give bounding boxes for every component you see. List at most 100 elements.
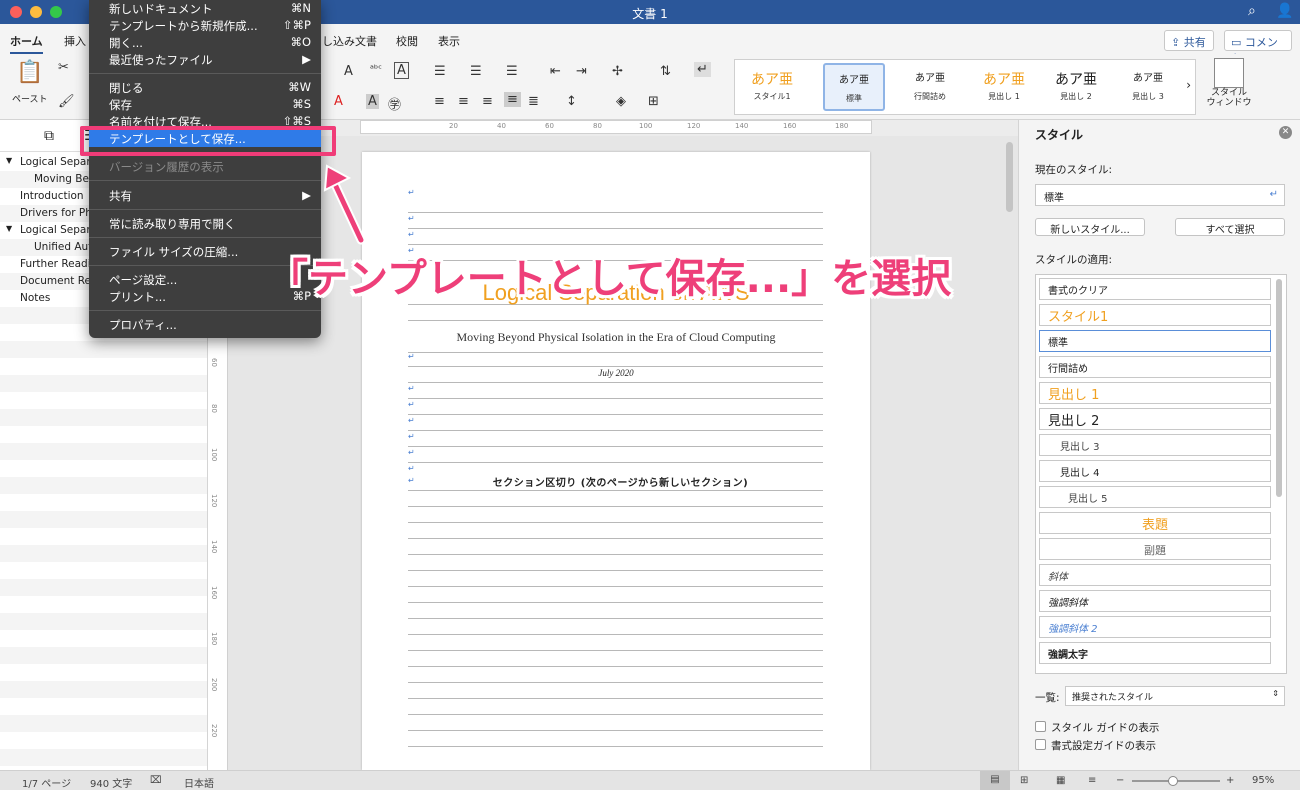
distributed-icon[interactable]: ≣	[528, 94, 539, 109]
horizontal-ruler[interactable]: 20 40 60 80 100 120 140 160 180	[360, 120, 872, 134]
menu-item-recent-files[interactable]: 最近使ったファイル ▶	[89, 51, 321, 68]
menu-item-properties[interactable]: プロパティ...	[89, 316, 321, 333]
menu-item-close[interactable]: 閉じる ⌘W	[89, 79, 321, 96]
format-painter-icon[interactable]: 🖌	[58, 94, 75, 109]
style-item-no-spacing[interactable]: 行間詰め	[1039, 356, 1271, 378]
gallery-style1[interactable]: あア亜 スタイル1	[741, 63, 803, 111]
zoom-in-icon[interactable]: +	[1226, 775, 1234, 786]
zoom-out-icon[interactable]: −	[1116, 775, 1124, 786]
cut-icon[interactable]: ✂	[58, 60, 69, 75]
style-item-strong[interactable]: 強調太字	[1039, 642, 1271, 664]
justify-icon[interactable]: ≡	[504, 92, 521, 107]
asian-layout-icon[interactable]: ✢	[612, 64, 623, 79]
menu-item-always-read-only[interactable]: 常に読み取り専用で開く	[89, 215, 321, 232]
style-item-style1[interactable]: スタイル1	[1039, 304, 1271, 326]
new-style-button[interactable]: 新しいスタイル...	[1035, 218, 1145, 236]
word-count[interactable]: 940 文字	[90, 775, 132, 790]
nav-empty-row	[0, 409, 207, 426]
tab-home[interactable]: ホーム	[10, 33, 43, 54]
multilevel-list-icon[interactable]: ☰	[506, 64, 518, 79]
outline-view-icon[interactable]: ⊞	[1020, 775, 1028, 786]
style-item-heading5[interactable]: 見出し 5	[1039, 486, 1271, 508]
tab-view[interactable]: 表示	[438, 33, 460, 49]
style-item-heading3[interactable]: 見出し 3	[1039, 434, 1271, 456]
character-shading-icon[interactable]: A	[366, 94, 379, 109]
ruler-tick: 160	[210, 586, 218, 600]
decrease-indent-icon[interactable]: ⇤	[550, 64, 561, 79]
share-button[interactable]: ⇪ 共有	[1164, 30, 1214, 51]
zoom-level[interactable]: 95%	[1252, 775, 1274, 786]
gallery-heading2[interactable]: あア亜 見出し 2	[1045, 63, 1107, 111]
style-item-heading4[interactable]: 見出し 4	[1039, 460, 1271, 482]
current-style-field[interactable]: 標準 ↵	[1035, 184, 1285, 206]
bullets-icon[interactable]: ☰	[434, 64, 446, 79]
style-item-intense-emphasis-2[interactable]: 強調斜体 2	[1039, 616, 1271, 638]
menu-item-new-document[interactable]: 新しいドキュメント ⌘N	[89, 0, 321, 17]
align-right-icon[interactable]: ≡	[482, 94, 493, 109]
style-item-emphasis[interactable]: 斜体	[1039, 564, 1271, 586]
shading-icon[interactable]: ◈	[616, 94, 626, 109]
menu-separator	[89, 73, 321, 74]
menu-item-version-history: バージョン履歴の表示	[109, 160, 224, 174]
thumbnails-icon[interactable]: ⧉	[44, 128, 54, 144]
paste-icon[interactable]: 📋	[16, 60, 43, 85]
style-window-button[interactable]: スタイル ウィンドウ	[1204, 58, 1254, 108]
align-center-icon[interactable]: ≡	[458, 94, 469, 109]
list-select[interactable]: 推奨されたスタイル ⇕	[1065, 686, 1285, 706]
gallery-no-spacing[interactable]: あア亜 行間詰め	[899, 63, 961, 111]
gallery-next-icon[interactable]: ›	[1186, 78, 1191, 92]
select-all-button[interactable]: すべて選択	[1175, 218, 1285, 236]
expand-triangle-icon[interactable]: ▼	[6, 224, 12, 233]
menu-item-new-from-template[interactable]: テンプレートから新規作成... ⇧⌘P	[89, 17, 321, 34]
style-list-scrollbar[interactable]	[1276, 279, 1282, 497]
align-left-icon[interactable]: ≡	[434, 94, 445, 109]
text-effects-icon[interactable]: A	[344, 64, 353, 79]
paragraph-mark: ↵	[408, 476, 415, 485]
format-guide-checkbox[interactable]	[1035, 739, 1046, 750]
enclosed-character-icon[interactable]: ㊫	[388, 94, 401, 113]
style-item-heading2[interactable]: 見出し 2	[1039, 408, 1271, 430]
phonetic-guide-icon[interactable]: ᵃᵇᶜ	[370, 64, 382, 75]
menu-item-share[interactable]: 共有 ▶	[89, 187, 321, 204]
gallery-normal[interactable]: あア亜 標準	[823, 63, 885, 111]
borders-icon[interactable]: ⊞	[648, 94, 659, 109]
font-color-icon[interactable]: A	[334, 94, 343, 109]
zoom-slider[interactable]	[1132, 776, 1220, 786]
doc-subtitle: Moving Beyond Physical Isolation in the …	[456, 330, 776, 344]
proofing-icon[interactable]: ⌧	[150, 775, 162, 786]
style-item-title[interactable]: 表題	[1039, 512, 1271, 534]
document-page[interactable]: ↵ ↵ ↵ ↵ ↵ ↵ ↵ ↵ ↵ ↵ ↵ ↵ Logical Separati…	[362, 152, 870, 770]
show-formatting-icon[interactable]: ↵	[694, 62, 711, 77]
document-scrollbar[interactable]	[1006, 142, 1013, 212]
close-icon[interactable]: ✕	[1279, 126, 1292, 139]
style-item-normal[interactable]: 標準	[1039, 330, 1271, 352]
character-border-icon[interactable]: A	[394, 62, 409, 79]
style-item-heading1[interactable]: 見出し 1	[1039, 382, 1271, 404]
print-layout-icon[interactable]: ▤	[980, 771, 1010, 790]
increase-indent-icon[interactable]: ⇥	[576, 64, 587, 79]
comment-button[interactable]: ▭ コメント	[1224, 30, 1292, 65]
gallery-heading3[interactable]: あア亜 見出し 3	[1117, 63, 1179, 111]
menu-item-save[interactable]: 保存 ⌘S	[89, 96, 321, 113]
tab-insert[interactable]: 挿入	[64, 33, 86, 49]
zoom-slider-thumb[interactable]	[1168, 776, 1178, 786]
style-item-clear[interactable]: 書式のクリア	[1039, 278, 1271, 300]
user-icon[interactable]: 👤	[1276, 3, 1293, 19]
apply-style-label: スタイルの適用:	[1035, 254, 1113, 266]
tab-mailings[interactable]: し込み文書	[322, 33, 377, 49]
style-item-intense-emphasis[interactable]: 強調斜体	[1039, 590, 1271, 612]
expand-triangle-icon[interactable]: ▼	[6, 156, 12, 165]
draft-view-icon[interactable]: ≡	[1088, 775, 1096, 786]
tab-review[interactable]: 校閲	[396, 33, 418, 49]
numbering-icon[interactable]: ☰	[470, 64, 482, 79]
page-count[interactable]: 1/7 ページ	[22, 775, 71, 790]
style-guide-checkbox[interactable]	[1035, 721, 1046, 732]
web-layout-icon[interactable]: ▦	[1056, 775, 1065, 786]
search-icon[interactable]: ⌕	[1248, 3, 1256, 19]
language[interactable]: 日本語	[184, 775, 214, 790]
menu-item-open[interactable]: 開く... ⌘O	[89, 34, 321, 51]
gallery-heading1[interactable]: あア亜 見出し 1	[973, 63, 1035, 111]
sort-icon[interactable]: ⇅	[660, 64, 671, 79]
line-spacing-icon[interactable]: ↕	[566, 94, 577, 109]
style-item-subtitle[interactable]: 副題	[1039, 538, 1271, 560]
